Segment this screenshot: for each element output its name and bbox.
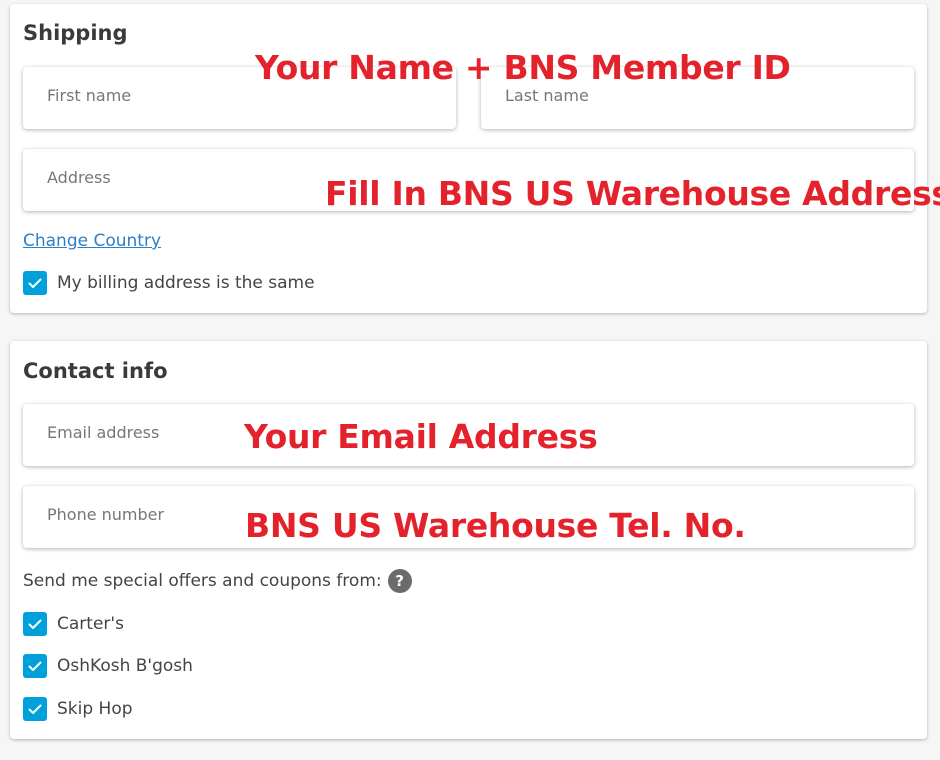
- oshkosh-label: OshKosh B'gosh: [57, 656, 193, 676]
- phone-annotation: BNS US Warehouse Tel. No.: [245, 506, 746, 545]
- change-country-link[interactable]: Change Country: [23, 231, 161, 251]
- billing-same-row[interactable]: My billing address is the same: [23, 271, 315, 295]
- check-icon: [28, 278, 42, 288]
- carters-label: Carter's: [57, 614, 124, 634]
- email-annotation: Your Email Address: [244, 417, 598, 456]
- skiphop-checkbox[interactable]: [23, 697, 47, 721]
- check-icon: [28, 619, 42, 629]
- check-icon: [28, 661, 42, 671]
- billing-same-checkbox[interactable]: [23, 271, 47, 295]
- brand-row-carters[interactable]: Carter's: [23, 612, 124, 636]
- offers-label: Send me special offers and coupons from:: [23, 571, 382, 591]
- carters-checkbox[interactable]: [23, 612, 47, 636]
- name-annotation: Your Name + BNS Member ID: [255, 48, 791, 87]
- brand-row-oshkosh[interactable]: OshKosh B'gosh: [23, 654, 193, 678]
- skiphop-label: Skip Hop: [57, 699, 133, 719]
- check-icon: [28, 704, 42, 714]
- address-annotation: Fill In BNS US Warehouse Address: [325, 174, 940, 213]
- brand-row-skiphop[interactable]: Skip Hop: [23, 697, 133, 721]
- question-icon[interactable]: ?: [387, 569, 412, 593]
- oshkosh-checkbox[interactable]: [23, 654, 47, 678]
- billing-same-label: My billing address is the same: [57, 273, 315, 293]
- contact-title: Contact info: [23, 359, 168, 383]
- offers-row: Send me special offers and coupons from:…: [23, 569, 412, 593]
- shipping-title: Shipping: [23, 21, 128, 45]
